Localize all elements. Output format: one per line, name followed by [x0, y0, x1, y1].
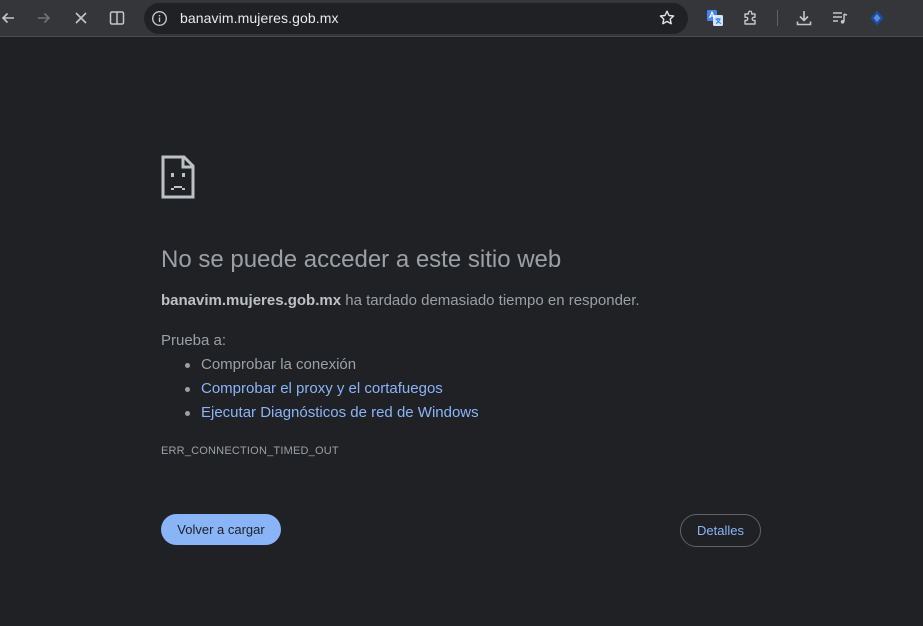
try-label: Prueba a: — [161, 332, 227, 349]
suggestions-list: Comprobar la conexión Comprobar el proxy… — [161, 353, 479, 425]
download-icon — [796, 11, 812, 26]
sad-page-icon — [161, 155, 195, 199]
details-button[interactable]: Detalles — [680, 514, 761, 547]
error-description: banavim.mujeres.gob.mx ha tardado demasi… — [161, 292, 640, 309]
url-text[interactable]: banavim.mujeres.gob.mx — [180, 10, 339, 26]
suggestion-check-connection: Comprobar la conexión — [161, 353, 479, 377]
address-bar[interactable]: banavim.mujeres.gob.mx — [144, 3, 688, 34]
extension-icon — [870, 10, 884, 26]
stop-icon — [75, 12, 87, 24]
stop-button[interactable] — [67, 4, 95, 32]
split-view-icon — [109, 11, 125, 25]
error-host: banavim.mujeres.gob.mx — [161, 292, 342, 309]
error-message: ha tardado demasiado tiempo en responder… — [341, 292, 640, 309]
downloads-button[interactable] — [790, 4, 818, 32]
extensions-button[interactable] — [737, 4, 765, 32]
bookmark-star-icon[interactable] — [658, 9, 676, 27]
browser-toolbar: banavim.mujeres.gob.mx — [0, 0, 923, 37]
media-queue-button[interactable] — [826, 4, 854, 32]
translate-button[interactable] — [701, 4, 729, 32]
error-title: No se puede acceder a este sitio web — [161, 246, 562, 273]
translate-icon — [707, 10, 723, 26]
media-queue-icon — [833, 12, 848, 24]
extensions-icon — [744, 10, 756, 25]
toolbar-separator — [777, 10, 778, 26]
forward-button[interactable] — [30, 4, 58, 32]
extension-button[interactable] — [863, 4, 891, 32]
back-button[interactable] — [0, 4, 22, 32]
suggestion-check-proxy-link[interactable]: Comprobar el proxy y el cortafuegos — [161, 377, 479, 401]
site-info-icon[interactable] — [151, 10, 168, 27]
reload-button[interactable]: Volver a cargar — [161, 514, 281, 545]
suggestion-network-diagnostics-link[interactable]: Ejecutar Diagnósticos de red de Windows — [161, 401, 479, 425]
back-icon — [1, 12, 14, 24]
error-code: ERR_CONNECTION_TIMED_OUT — [161, 445, 339, 457]
forward-icon — [38, 12, 51, 24]
split-view-button[interactable] — [103, 4, 131, 32]
